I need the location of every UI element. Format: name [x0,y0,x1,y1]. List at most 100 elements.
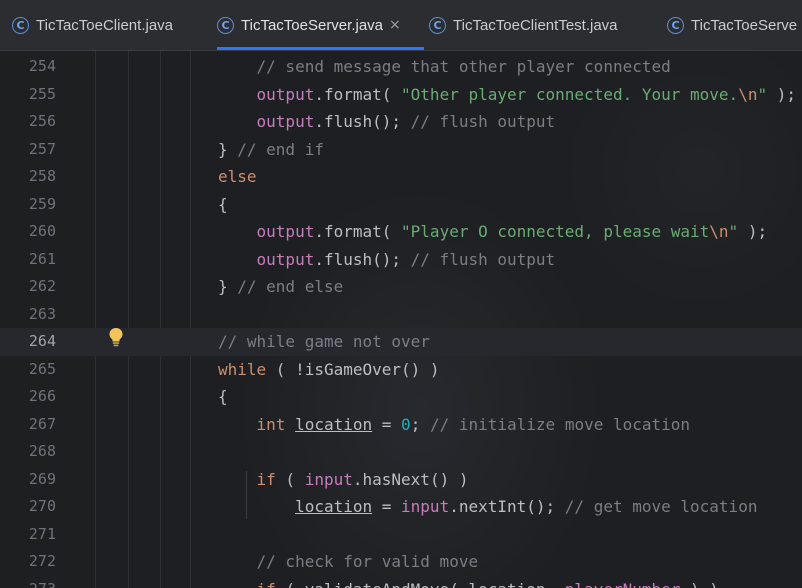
code-line[interactable]: 272 // check for valid move [0,548,802,576]
code-line[interactable]: 254 // send message that other player co… [0,53,802,81]
code-token: .flush(); [314,112,411,131]
file-tab[interactable]: C TicTacToeServer.java × [217,0,424,50]
code-text: { [218,191,228,219]
line-number: 262 [28,277,56,295]
code-token: " [757,84,768,104]
class-icon: C [667,16,684,34]
code-line[interactable]: 270 location = input.nextInt(); // get m… [0,493,802,521]
line-number: 266 [28,387,56,405]
file-tab[interactable]: C TicTacToeClientTest.java [429,0,618,50]
code-token: // end if [237,139,324,159]
block-guide [246,471,247,519]
line-number: 264 [28,332,56,350]
code-line[interactable]: 260 output.format( "Player O connected, … [0,218,802,246]
editor-tab-bar: C TicTacToeClient.java C TicTacToeServer.ja… [0,0,802,51]
line-number: 260 [28,222,56,240]
code-token: \n [709,222,729,241]
code-text: { [218,383,228,411]
file-tab[interactable]: C TicTacToeServe [667,0,797,50]
line-number: 258 [28,167,56,185]
line-number: 272 [28,552,56,570]
code-text: if ( input.hasNext() ) [218,466,469,494]
code-token: // flush output [410,112,556,131]
close-icon[interactable]: × [389,17,401,33]
code-line[interactable]: 267 int location = 0; // initialize move… [0,411,802,439]
code-text: while ( !isGameOver() ) [218,356,440,384]
file-tab-label: TicTacToeServer.java [241,16,384,34]
code-text: } // end if [218,136,324,164]
line-number: 254 [28,57,56,75]
code-token: output [256,249,315,269]
class-icon: C [217,16,234,34]
code-token: if [256,469,276,489]
code-line[interactable]: 269 if ( input.hasNext() ) [0,466,802,494]
code-token: \n [738,84,758,104]
line-number: 267 [28,414,56,433]
code-line[interactable]: 271 [0,521,802,549]
code-token: { [218,387,228,406]
code-text: // while game not over [218,328,430,356]
code-editor[interactable]: 254 // send message that other player co… [0,51,802,588]
line-number: 269 [28,469,56,488]
class-icon: C [429,16,446,34]
code-text: output.flush(); // flush output [218,108,556,136]
file-tab[interactable]: C TicTacToeClient.java [12,0,173,50]
code-token: // end else [237,277,344,296]
code-token: ) ) [680,580,719,588]
code-token: ( !isGameOver() ) [266,359,440,379]
code-text: int location = 0; // initialize move loc… [218,411,691,439]
code-token: // check for valid move [218,552,479,571]
code-line[interactable]: 263 [0,301,802,329]
code-line[interactable]: 261 output.flush(); // flush output [0,246,802,274]
code-line[interactable]: 273 if ( validateAndMove( location, play… [0,576,802,588]
code-token: ); [738,222,768,241]
code-line[interactable]: 255 output.format( "Other player connect… [0,81,802,109]
code-token: { [218,194,228,214]
code-line[interactable]: 258 else [0,163,802,191]
code-line[interactable]: 259 { [0,191,802,219]
line-number: 273 [0,576,56,588]
line-number: 259 [28,194,56,213]
code-line[interactable]: 266 { [0,383,802,411]
code-text: output.format( "Player O connected, plea… [218,218,768,246]
code-text: } // end else [218,273,343,301]
code-token: else [218,167,257,186]
code-line[interactable]: 262 } // end else [0,273,802,301]
class-icon: C [12,16,29,34]
lightbulb-icon[interactable] [108,327,124,347]
code-token: // send message that other player connec… [218,57,671,76]
code-line[interactable]: 257} // end if [0,136,802,164]
code-line[interactable]: 265 while ( !isGameOver() ) [0,356,802,384]
line-number: 271 [28,524,56,543]
code-token: output [256,112,315,131]
code-token: " [728,222,739,241]
code-token: location [295,497,373,516]
code-token: .hasNext() ) [352,469,469,489]
code-token: location [295,414,373,434]
code-text: if ( validateAndMove( location, playerNu… [218,576,719,588]
code-line[interactable]: 256 output.flush(); // flush output [0,108,802,136]
code-token: .format( [314,84,402,104]
code-token: input [304,469,353,489]
code-line[interactable]: 268 [0,438,802,466]
code-token: if [257,580,276,588]
code-text: output.flush(); // flush output [218,246,556,274]
code-token: playerNumber [565,580,681,588]
code-token: "Player O connected, please wait [401,222,710,241]
code-token: ( validateAndMove( [276,580,469,588]
line-number: 270 [28,497,56,515]
code-text: // check for valid move [218,548,479,576]
code-token: .format( [314,222,402,241]
code-token: output [256,222,315,241]
line-number: 265 [28,359,56,378]
code-text: output.format( "Other player connected. … [218,81,796,109]
code-token: location [468,580,545,588]
line-number: 255 [28,84,56,103]
